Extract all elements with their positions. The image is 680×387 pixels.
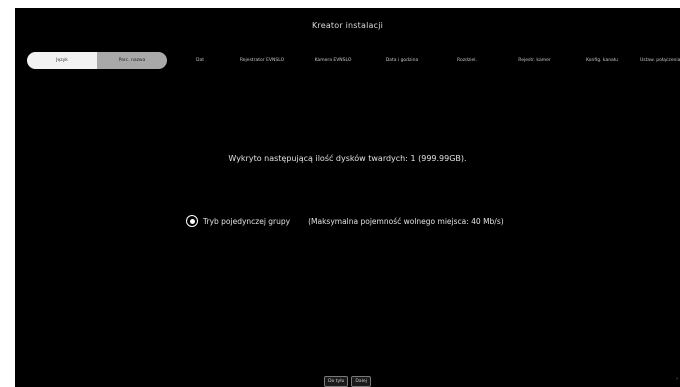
tab-date-time[interactable]: Data i godzina: [372, 52, 432, 69]
tab-recorder-evnslo[interactable]: Rejestrator EVNSLO: [227, 52, 297, 69]
tab-camera-evnslo[interactable]: Kamera EVNSLO: [303, 52, 363, 69]
single-group-option[interactable]: Tryb pojedynczej grupy (Maksymalna pojem…: [186, 213, 504, 229]
back-button[interactable]: Do tyłu: [324, 376, 349, 387]
tab-resolution[interactable]: Rozdziel.: [447, 52, 487, 69]
tab-language[interactable]: Język: [27, 52, 97, 69]
tab-name[interactable]: Parc. nazwa: [97, 52, 167, 69]
tab-date[interactable]: Dat: [185, 52, 215, 69]
next-button[interactable]: Dalej: [351, 376, 371, 387]
hdd-detected-message: Wykryto następującą ilość dysków twardyc…: [228, 154, 467, 163]
chevron-right-icon: ›: [676, 376, 678, 382]
tab-connection-settings[interactable]: Ustaw. połączenia: [640, 52, 680, 69]
option-label[interactable]: Tryb pojedynczej grupy: [203, 217, 290, 226]
radio-selected-dot: [189, 218, 195, 224]
wizard-buttons: Do tyłu Dalej: [15, 376, 680, 387]
wizard-steps: Język Parc. nazwa Dat Rejestrator EVNSLO…: [27, 52, 680, 69]
tab-camera-registration[interactable]: Rejestr. kamer: [507, 52, 562, 69]
tab-channel-config[interactable]: Konfig. kanału: [577, 52, 627, 69]
option-description: (Maksymalna pojemność wolnego miejsca: 4…: [308, 216, 504, 226]
radio-button[interactable]: [186, 215, 198, 227]
window-title: Kreator instalacji: [311, 21, 384, 30]
wizard-screen: Kreator instalacji Język Parc. nazwa Dat…: [15, 8, 680, 387]
